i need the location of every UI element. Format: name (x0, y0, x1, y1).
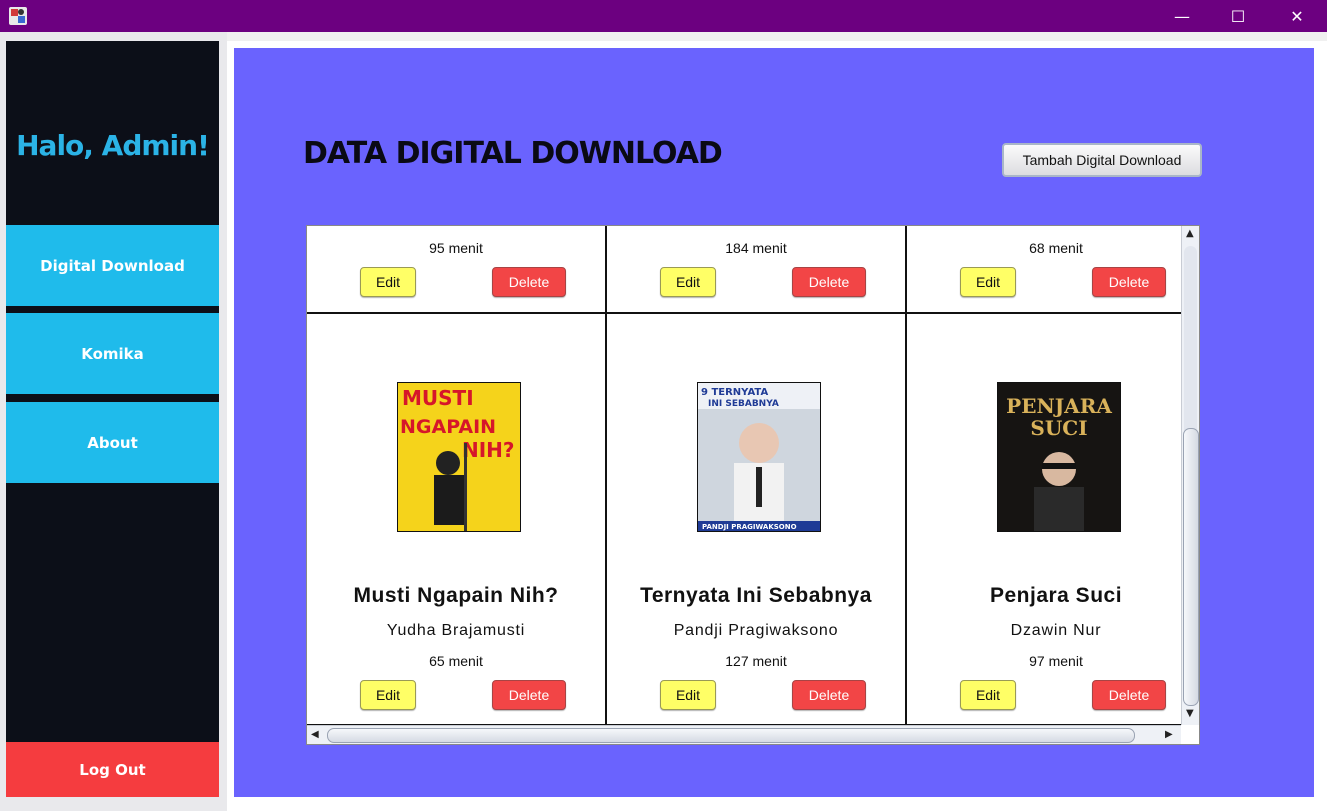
poster-image: MUSTI NGAPAIN NIH? (397, 382, 521, 532)
delete-button[interactable]: Delete (492, 267, 566, 297)
card-duration: 184 menit (725, 240, 787, 256)
card-grid: 95 menit Edit Delete 184 menit Edit Dele… (307, 226, 1181, 725)
card-duration: 65 menit (429, 653, 483, 669)
poster-line2: INI SEBABNYA (708, 399, 779, 409)
card-penjara-suci[interactable]: PENJARA SUCI Penjara Suci Dzawin Nur 97 … (907, 314, 1181, 725)
page-title: DATA DIGITAL DOWNLOAD (303, 136, 723, 171)
card-partial: 68 menit Edit Delete (907, 226, 1181, 314)
delete-button[interactable]: Delete (792, 267, 866, 297)
card-title: Musti Ngapain Nih? (353, 584, 559, 607)
delete-button[interactable]: Delete (1092, 680, 1166, 710)
delete-button[interactable]: Delete (1092, 267, 1166, 297)
poster-line3: PANDJI PRAGIWAKSONO (702, 523, 797, 531)
window-titlebar: — ☐ ✕ (0, 0, 1327, 32)
scroll-up-icon[interactable]: ▲ (1186, 228, 1194, 239)
edit-button[interactable]: Edit (660, 680, 716, 710)
sidebar-item-komika[interactable]: Komika (6, 313, 219, 394)
poster-image: 9 TERNYATA INI SEBABNYA PANDJI PRAGIWAKS… (697, 382, 821, 532)
logout-button[interactable]: Log Out (6, 742, 219, 797)
edit-button[interactable]: Edit (960, 267, 1016, 297)
scroll-thumb[interactable] (1183, 428, 1199, 706)
edit-button[interactable]: Edit (660, 267, 716, 297)
edit-button[interactable]: Edit (360, 680, 416, 710)
card-musti-ngapain-nih[interactable]: MUSTI NGAPAIN NIH? Musti Ngapain Nih? Yu… (307, 314, 607, 725)
delete-button[interactable]: Delete (792, 680, 866, 710)
poster-image: PENJARA SUCI (997, 382, 1121, 532)
poster-line2: NGAPAIN (400, 416, 496, 438)
poster-line3: NIH? (462, 438, 515, 462)
sidebar: Halo, Admin! Digital Download Komika Abo… (6, 41, 219, 797)
card-partial: 184 menit Edit Delete (607, 226, 907, 314)
card-duration: 127 menit (725, 653, 787, 669)
scroll-down-icon[interactable]: ▼ (1186, 708, 1194, 719)
maximize-button[interactable]: ☐ (1215, 0, 1261, 32)
card-title: Ternyata Ini Sebabnya (640, 584, 872, 607)
card-title: Penjara Suci (989, 584, 1123, 607)
poster-line2: SUCI (1030, 416, 1087, 440)
card-partial: 95 menit Edit Delete (307, 226, 607, 314)
poster-line1: 9 TERNYATA (701, 387, 768, 398)
edit-button[interactable]: Edit (360, 267, 416, 297)
scroll-right-icon[interactable]: ▶ (1165, 729, 1173, 740)
card-duration: 95 menit (429, 240, 483, 256)
horizontal-scrollbar[interactable]: ◀ ▶ (307, 725, 1181, 744)
edit-button[interactable]: Edit (960, 680, 1016, 710)
card-comic: Dzawin Nur (1010, 622, 1102, 639)
close-button[interactable]: ✕ (1274, 0, 1320, 32)
poster-line1: PENJARA (1006, 394, 1112, 418)
app-icon (9, 7, 27, 25)
greeting-label: Halo, Admin! (16, 129, 210, 162)
vertical-scrollbar[interactable]: ▲ ▼ (1181, 226, 1199, 725)
card-ternyata-ini-sebabnya[interactable]: 9 TERNYATA INI SEBABNYA PANDJI PRAGIWAKS… (607, 314, 907, 725)
main-panel: DATA DIGITAL DOWNLOAD Tambah Digital Dow… (234, 48, 1314, 797)
card-duration: 97 menit (1029, 653, 1083, 669)
scroll-thumb[interactable] (327, 728, 1135, 743)
sidebar-item-digital-download[interactable]: Digital Download (6, 225, 219, 306)
delete-button[interactable]: Delete (492, 680, 566, 710)
add-digital-download-button[interactable]: Tambah Digital Download (1002, 143, 1202, 177)
scroll-left-icon[interactable]: ◀ (311, 729, 319, 740)
scroll-pane: 95 menit Edit Delete 184 menit Edit Dele… (306, 225, 1200, 745)
minimize-button[interactable]: — (1159, 0, 1205, 32)
sidebar-item-about[interactable]: About (6, 402, 219, 483)
card-comic: Yudha Brajamusti (386, 622, 526, 639)
card-duration: 68 menit (1029, 240, 1083, 256)
poster-line1: MUSTI (402, 386, 474, 410)
card-comic: Pandji Pragiwaksono (673, 622, 839, 639)
